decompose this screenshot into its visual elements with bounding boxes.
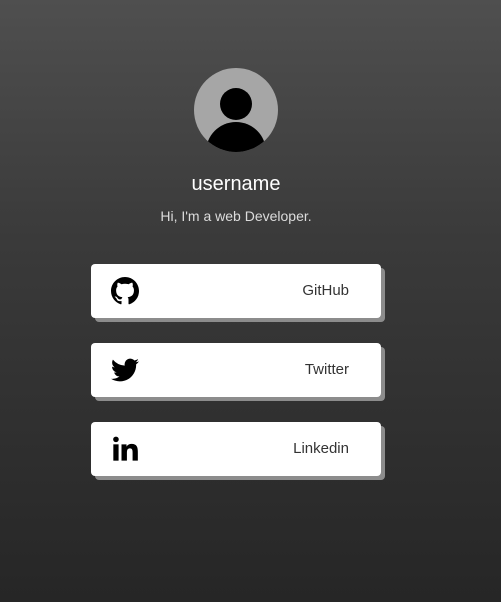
linkedin-label: Linkedin <box>293 440 349 457</box>
github-label: GitHub <box>302 282 349 299</box>
avatar <box>194 68 278 152</box>
twitter-link-button[interactable]: Twitter <box>91 343 381 397</box>
user-icon <box>206 88 266 152</box>
twitter-icon <box>111 356 139 384</box>
username: username <box>191 173 281 195</box>
github-icon <box>111 277 139 305</box>
github-link-button[interactable]: GitHub <box>91 264 381 318</box>
linkedin-link-button[interactable]: Linkedin <box>91 422 381 476</box>
bio-text: Hi, I'm a web Developer. <box>160 208 312 224</box>
linkedin-icon <box>111 435 139 463</box>
twitter-label: Twitter <box>304 361 349 378</box>
